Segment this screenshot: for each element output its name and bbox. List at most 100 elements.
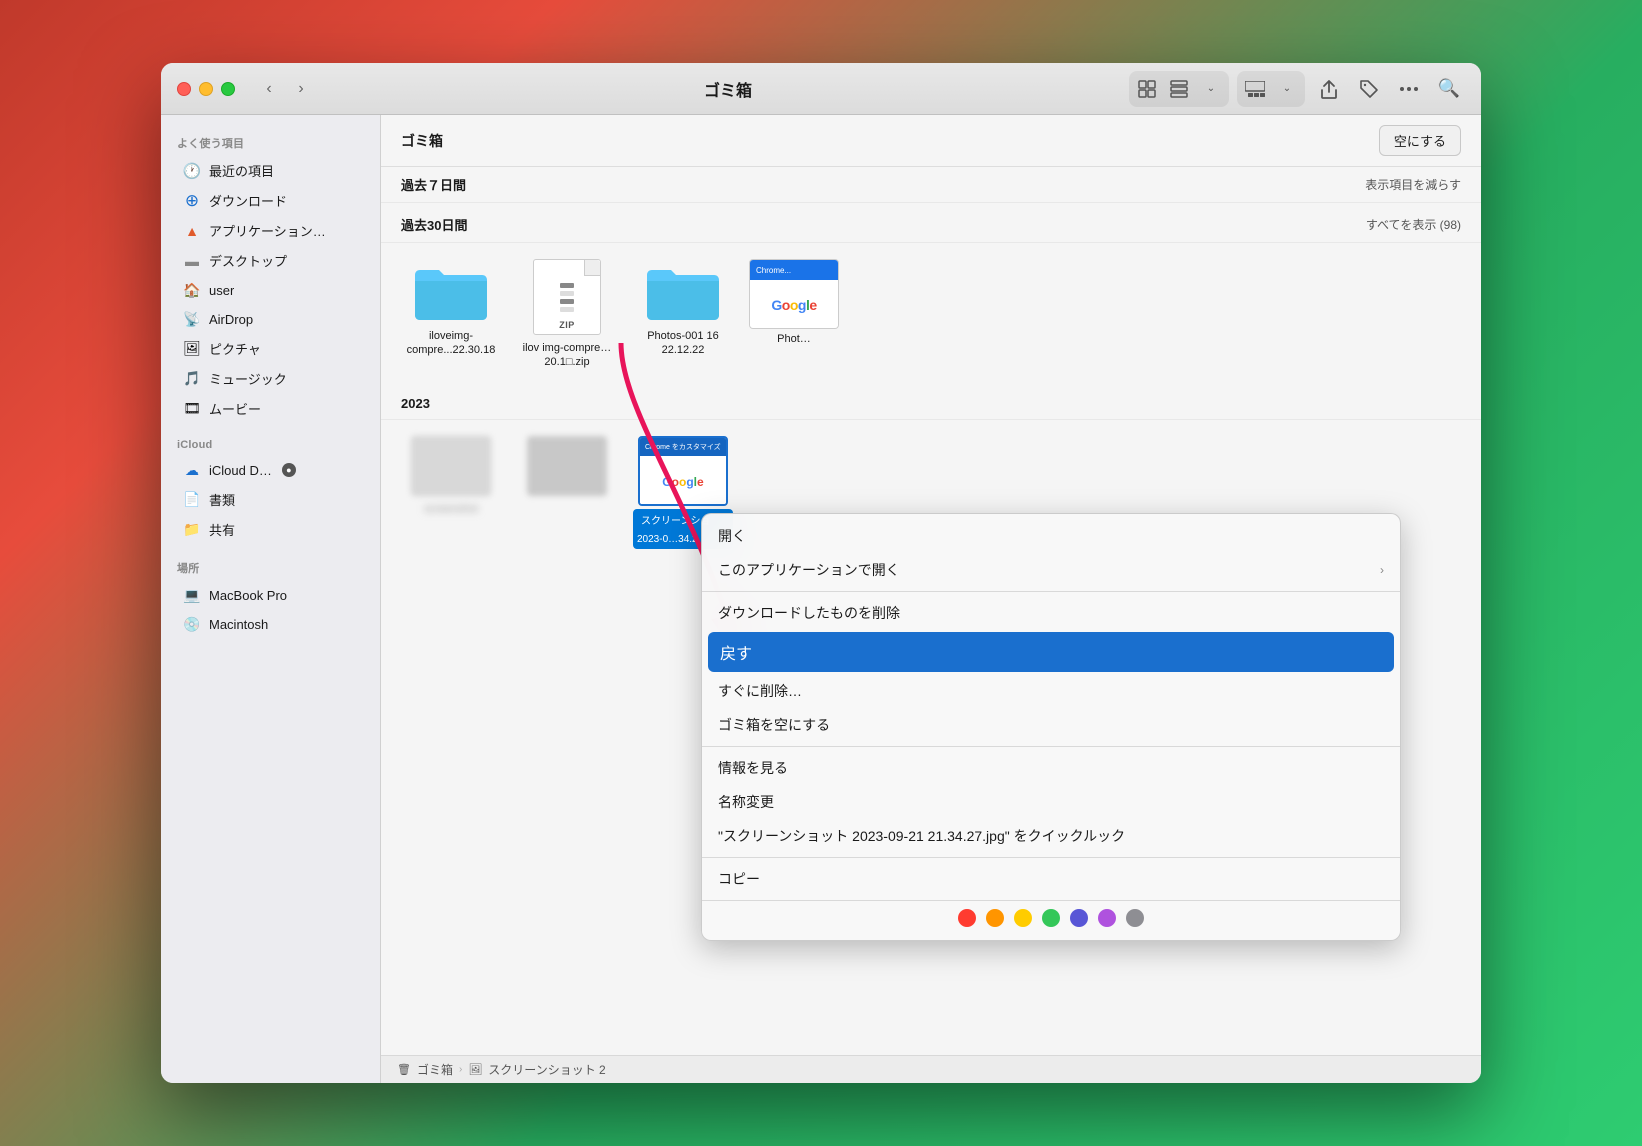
file-item-zip[interactable]: ZIP ilov img-compre…20.1□.zip — [517, 259, 617, 372]
sidebar-item-shared[interactable]: 📁 共有 — [167, 515, 374, 544]
thumbnail-blurred-2 — [527, 436, 607, 496]
grid-view-button[interactable] — [1131, 73, 1163, 105]
documents-icon: 📄 — [183, 491, 201, 509]
airdrop-icon: 📡 — [183, 310, 201, 328]
sidebar-icloud-label: iCloud D… — [209, 463, 272, 478]
context-menu-delete-immediately[interactable]: すぐに削除… — [702, 674, 1400, 708]
color-dots-bar — [702, 900, 1400, 935]
sidebar-item-airdrop[interactable]: 📡 AirDrop — [167, 305, 374, 333]
context-menu-quicklook[interactable]: "スクリーンショット 2023-09-21 21.34.27.jpg" をクイッ… — [702, 819, 1400, 853]
context-menu-open[interactable]: 開く — [702, 519, 1400, 553]
thumbnail-selected: Chrome をカスタマイズして... Google — [638, 436, 728, 506]
file-item-2023-1[interactable]: screenshot — [401, 436, 501, 549]
file-item-screenshot-partial[interactable]: Chrome... Google Phot… — [749, 259, 839, 372]
more-button[interactable] — [1393, 73, 1425, 105]
context-menu-copy[interactable]: コピー — [702, 862, 1400, 896]
sidebar-documents-label: 書類 — [209, 490, 235, 509]
close-button[interactable] — [177, 82, 191, 96]
breadcrumb-file-icon: 🖼 — [468, 1063, 482, 1076]
share-button[interactable] — [1313, 73, 1345, 105]
tag-button[interactable] — [1353, 73, 1385, 105]
folder-icon-2 — [643, 259, 723, 323]
sidebar-airdrop-label: AirDrop — [209, 312, 253, 327]
user-icon: 🏠 — [183, 281, 201, 299]
recents-icon: 🕐 — [183, 162, 201, 180]
sidebar-item-applications[interactable]: ▲ アプリケーション… — [167, 216, 374, 245]
sidebar-item-music[interactable]: 🎵 ミュージック — [167, 364, 374, 393]
finder-window: ‹ › ゴミ箱 — [161, 63, 1481, 1083]
folder-icon-1 — [411, 259, 491, 323]
sidebar-item-movies[interactable]: 🎞 ムービー — [167, 394, 374, 423]
chevron-down-button[interactable]: ⌄ — [1195, 73, 1227, 105]
sidebar-item-icloud-drive[interactable]: ☁ iCloud D… ● — [167, 456, 374, 484]
sidebar-item-recents[interactable]: 🕐 最近の項目 — [167, 156, 374, 185]
sidebar-item-user[interactable]: 🏠 user — [167, 276, 374, 304]
gallery-button[interactable] — [1239, 73, 1271, 105]
color-dot-gray[interactable] — [1126, 909, 1144, 927]
context-menu-open-with[interactable]: このアプリケーションで開く › — [702, 553, 1400, 587]
sidebar-macbook-label: MacBook Pro — [209, 588, 287, 603]
section-past30-action[interactable]: すべてを表示 (98) — [1366, 216, 1461, 233]
breadcrumb-bar: 🗑 ゴミ箱 › 🖼 スクリーンショット 2 — [381, 1055, 1481, 1083]
sidebar-downloads-label: ダウンロード — [209, 191, 287, 210]
gallery-chevron-button[interactable]: ⌄ — [1271, 73, 1303, 105]
context-menu-delete-downloaded[interactable]: ダウンロードしたものを削除 — [702, 596, 1400, 630]
sidebar-item-downloads[interactable]: ⊕ ダウンロード — [167, 186, 374, 215]
list-view-button[interactable] — [1163, 73, 1195, 105]
breadcrumb-trash: ゴミ箱 — [417, 1061, 453, 1078]
icloud-drive-icon: ☁ — [183, 461, 201, 479]
color-dot-blue[interactable] — [1070, 909, 1088, 927]
forward-button[interactable]: › — [287, 75, 315, 103]
desktop-icon: ▬ — [183, 252, 201, 270]
section-2023: 2023 — [381, 388, 1481, 420]
file-item-2023-2[interactable] — [517, 436, 617, 549]
search-button[interactable]: 🔍 — [1433, 73, 1465, 105]
sidebar-item-pictures[interactable]: 🖼 ピクチャ — [167, 334, 374, 363]
breadcrumb-separator: › — [459, 1064, 462, 1075]
section-past7-action[interactable]: 表示項目を減らす — [1365, 176, 1461, 193]
favorites-section-title: よく使う項目 — [161, 127, 380, 155]
section-past30: 過去30日間 すべてを表示 (98) — [381, 207, 1481, 243]
gallery-view-group: ⌄ — [1237, 71, 1305, 107]
applications-icon: ▲ — [183, 222, 201, 240]
title-bar: ‹ › ゴミ箱 — [161, 63, 1481, 115]
context-menu-divider-3 — [702, 857, 1400, 858]
color-dot-orange[interactable] — [986, 909, 1004, 927]
color-dot-red[interactable] — [958, 909, 976, 927]
content-header: ゴミ箱 空にする — [381, 115, 1481, 167]
back-button[interactable]: ‹ — [255, 75, 283, 103]
context-menu-empty-trash[interactable]: ゴミ箱を空にする — [702, 708, 1400, 742]
music-icon: 🎵 — [183, 370, 201, 388]
sidebar-pictures-label: ピクチャ — [209, 339, 261, 358]
open-with-chevron-icon: › — [1380, 563, 1384, 577]
context-menu-get-info[interactable]: 情報を見る — [702, 751, 1400, 785]
toolbar-right: ⌄ ⌄ — [1129, 71, 1465, 107]
traffic-lights — [177, 82, 235, 96]
file-name-zip: ilov img-compre…20.1□.zip — [517, 339, 617, 372]
color-dot-yellow[interactable] — [1014, 909, 1032, 927]
file-item-folder2[interactable]: Photos-001 16 22.12.22 — [633, 259, 733, 372]
view-toggle-group: ⌄ — [1129, 71, 1229, 107]
sidebar-item-macbook[interactable]: 💻 MacBook Pro — [167, 581, 374, 609]
macintosh-icon: 💿 — [183, 615, 201, 633]
section-past7-title: 過去７日間 — [401, 175, 466, 194]
pictures-icon: 🖼 — [183, 340, 201, 358]
context-menu-rename[interactable]: 名称変更 — [702, 785, 1400, 819]
file-item-folder1[interactable]: iloveimg-compre...22.30.18 — [401, 259, 501, 372]
sidebar-item-macintosh[interactable]: 💿 Macintosh — [167, 610, 374, 638]
color-dot-green[interactable] — [1042, 909, 1060, 927]
sidebar-item-documents[interactable]: 📄 書類 — [167, 485, 374, 514]
nav-buttons: ‹ › — [255, 75, 315, 103]
minimize-button[interactable] — [199, 82, 213, 96]
color-dot-purple[interactable] — [1098, 909, 1116, 927]
sidebar-macintosh-label: Macintosh — [209, 617, 268, 632]
sidebar-applications-label: アプリケーション… — [209, 221, 326, 240]
sidebar-shared-label: 共有 — [209, 520, 235, 539]
macbook-icon: 💻 — [183, 586, 201, 604]
sidebar-item-desktop[interactable]: ▬ デスクトップ — [167, 246, 374, 275]
sidebar: よく使う項目 🕐 最近の項目 ⊕ ダウンロード ▲ アプリケーション… ▬ デス… — [161, 115, 381, 1083]
sidebar-music-label: ミュージック — [209, 369, 287, 388]
empty-trash-button[interactable]: 空にする — [1379, 125, 1461, 156]
context-menu-put-back[interactable]: 戻す — [708, 632, 1394, 672]
fullscreen-button[interactable] — [221, 82, 235, 96]
